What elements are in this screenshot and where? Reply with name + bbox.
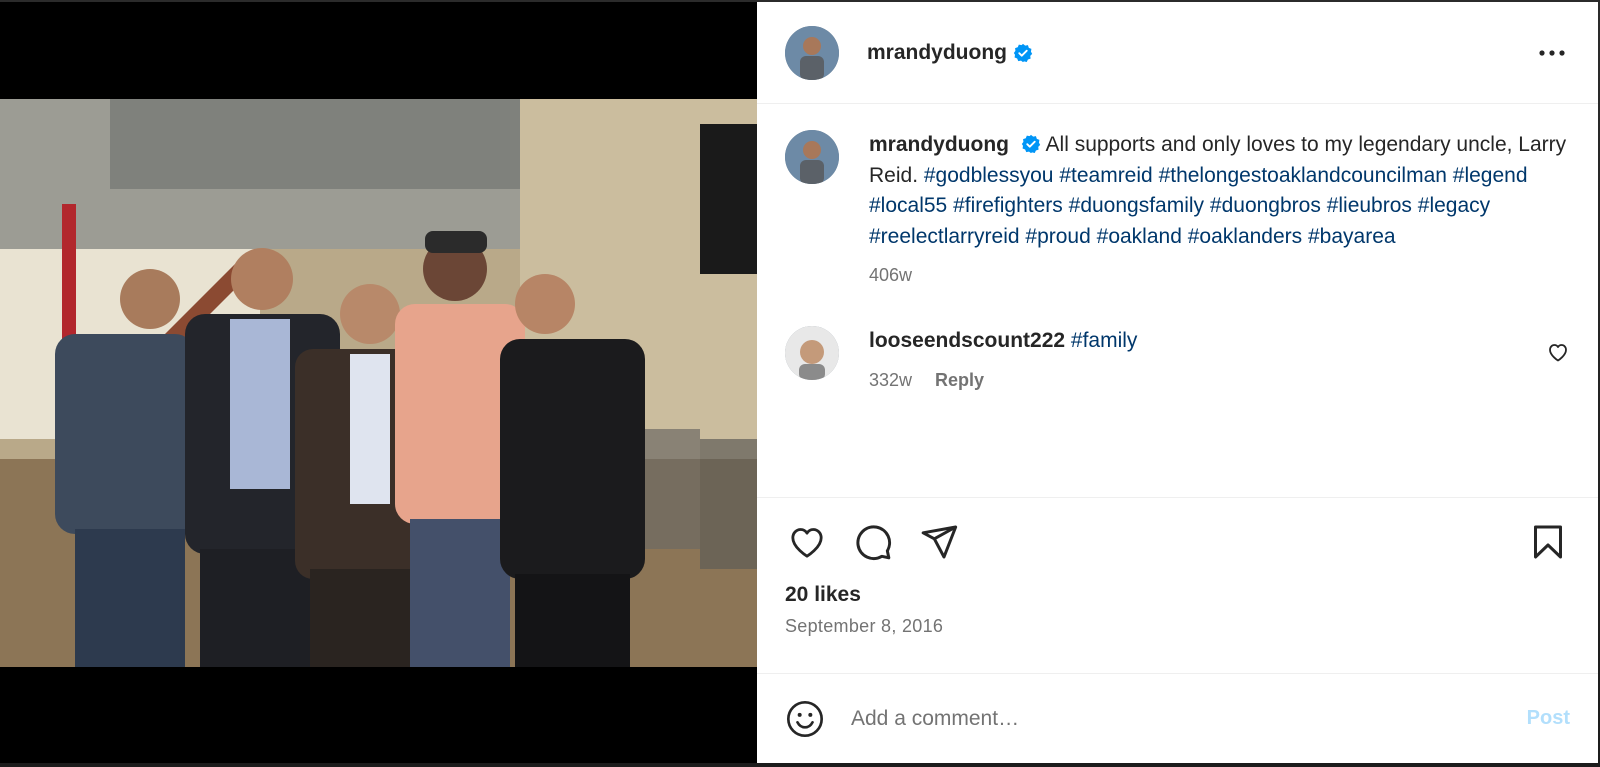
author-avatar[interactable]	[785, 25, 839, 80]
hashtag[interactable]: #godblessyou	[924, 164, 1054, 187]
comment-button[interactable]	[851, 520, 895, 564]
caption-text: mrandyduong All supports and only loves …	[869, 130, 1570, 252]
post-actions: 20 likes September 8, 2016	[757, 497, 1598, 673]
commenter-avatar[interactable]	[785, 326, 839, 380]
comment-input[interactable]	[851, 706, 1527, 731]
hashtag[interactable]: #duongsfamily	[1069, 194, 1204, 217]
hashtag[interactable]: #oakland	[1097, 225, 1182, 248]
post-header: mrandyduong	[757, 2, 1598, 104]
hashtag[interactable]: #local55	[869, 194, 947, 217]
commenter-username[interactable]: looseendscount222	[869, 329, 1065, 352]
photo-illustration	[0, 99, 757, 667]
caption-username[interactable]: mrandyduong	[869, 133, 1009, 156]
verified-badge-icon	[1021, 134, 1041, 154]
comment-meta: 332w Reply	[869, 370, 1546, 391]
comment-text: looseendscount222 #family	[869, 326, 1546, 357]
save-button[interactable]	[1526, 520, 1570, 564]
heart-icon	[791, 528, 823, 558]
author-username[interactable]: mrandyduong	[867, 41, 1007, 65]
action-icon-row	[785, 520, 1570, 564]
more-options-button[interactable]	[1534, 35, 1570, 71]
post-modal: mrandyduong mrandyduong All supports and…	[0, 2, 1598, 763]
post-side-panel: mrandyduong mrandyduong All supports and…	[757, 2, 1598, 763]
share-button[interactable]	[917, 520, 961, 564]
reply-button[interactable]: Reply	[935, 370, 984, 390]
caption-age[interactable]: 406w	[869, 265, 912, 285]
hashtag[interactable]: #thelongestoaklandcouncilman	[1159, 164, 1447, 187]
add-comment-bar: Post	[757, 673, 1598, 763]
hashtag[interactable]: #family	[1071, 329, 1138, 352]
comment-icon	[856, 525, 892, 561]
hashtag[interactable]: #oaklanders	[1188, 225, 1302, 248]
bookmark-icon	[1534, 525, 1562, 559]
hashtag[interactable]: #teamreid	[1059, 164, 1152, 187]
hashtag[interactable]: #reelectlarryreid	[869, 225, 1020, 248]
post-date[interactable]: September 8, 2016	[785, 616, 1570, 637]
caption-comment: mrandyduong All supports and only loves …	[785, 130, 1570, 286]
comments-section: mrandyduong All supports and only loves …	[757, 104, 1598, 497]
hashtag[interactable]: #firefighters	[953, 194, 1063, 217]
hashtag[interactable]: #bayarea	[1308, 225, 1396, 248]
emoji-icon[interactable]	[785, 699, 825, 739]
verified-badge-icon	[1013, 43, 1033, 62]
post-media	[0, 2, 757, 763]
caption-block: mrandyduong All supports and only loves …	[869, 130, 1570, 286]
post-comment-button[interactable]: Post	[1527, 707, 1570, 730]
hashtag[interactable]: #legacy	[1418, 194, 1490, 217]
like-button[interactable]	[785, 520, 829, 564]
hashtag[interactable]: #duongbros	[1210, 194, 1321, 217]
more-horizontal-icon	[1539, 49, 1565, 56]
post-photo[interactable]	[0, 99, 757, 667]
hashtag[interactable]: #lieubros	[1327, 194, 1412, 217]
hashtag[interactable]: #proud	[1025, 225, 1090, 248]
likes-count[interactable]: 20 likes	[785, 583, 1570, 607]
send-icon	[921, 525, 958, 559]
caption-avatar[interactable]	[785, 130, 839, 184]
comment-item: looseendscount222 #family 332w Reply	[785, 326, 1570, 391]
hashtag[interactable]: #legend	[1453, 164, 1528, 187]
caption-meta: 406w	[869, 265, 1570, 286]
comment-like-heart-icon[interactable]	[1546, 340, 1570, 364]
comment-block: looseendscount222 #family 332w Reply	[869, 326, 1546, 391]
comment-age[interactable]: 332w	[869, 370, 912, 390]
